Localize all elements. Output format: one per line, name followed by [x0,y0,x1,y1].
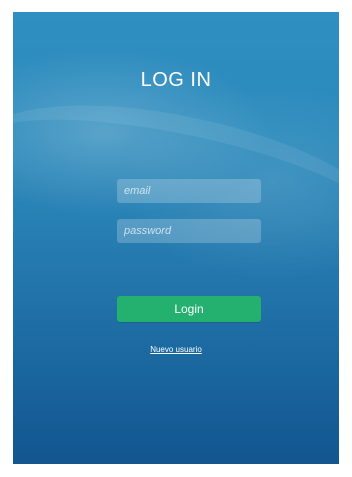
email-field[interactable] [117,179,261,203]
password-field[interactable] [117,219,261,243]
page-title: LOG IN [140,69,212,91]
login-screen: LOG IN Login Nuevo usuario [13,12,339,464]
new-user-link[interactable]: Nuevo usuario [13,345,339,354]
login-button[interactable]: Login [117,296,261,322]
